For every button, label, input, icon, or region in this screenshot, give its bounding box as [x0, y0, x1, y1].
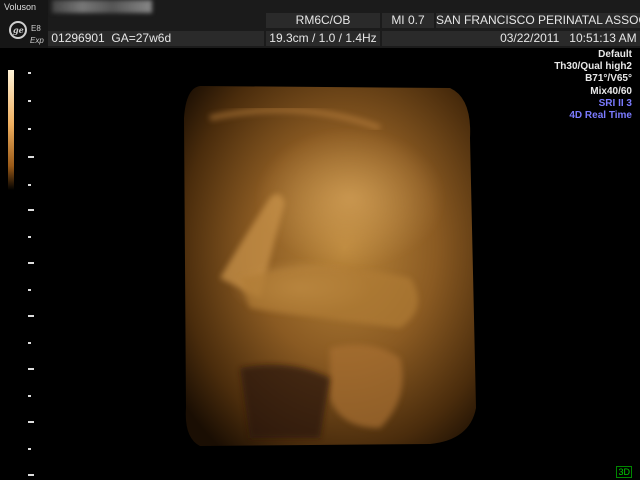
mix-label: Mix40/60 [590, 85, 632, 97]
ruler-tick [28, 100, 31, 102]
ruler-tick [28, 421, 34, 423]
brand-name: Voluson [4, 2, 37, 12]
redacted-patient-name [52, 0, 152, 13]
ruler-tick [28, 474, 34, 476]
mode-label: 4D Real Time [569, 110, 632, 122]
ultrasound-3d-render [184, 86, 476, 446]
angles-label: B71°/V65° [585, 73, 632, 85]
patient-info: 01296901 GA=27w6d [48, 31, 264, 46]
datetime-cell: 03/22/2011 10:51:13 AM [382, 31, 640, 46]
ruler-tick [28, 262, 34, 264]
ruler-tick [28, 342, 31, 344]
mi-cell: MI 0.7 [382, 13, 434, 28]
ruler-tick [28, 395, 31, 397]
depth-params: 19.3cm / 1.0 / 1.4Hz [269, 31, 377, 45]
color-scale-bar [8, 70, 14, 190]
3d-mode-tag: 3D [616, 466, 632, 478]
header-bar: Voluson ge E8 Exp 01296901 GA=27w6d RM6C… [0, 0, 640, 48]
ruler-tick [28, 72, 31, 74]
ruler-tick [28, 448, 31, 450]
ge-logo-icon: ge [9, 21, 27, 39]
sri-label: SRI II 3 [598, 97, 632, 109]
probe-cell: RM6C/OB [266, 13, 380, 28]
ruler-tick [28, 209, 34, 211]
gestational-age: GA=27w6d [111, 31, 172, 45]
depth-cell: 19.3cm / 1.0 / 1.4Hz [266, 31, 380, 46]
ruler-tick [28, 315, 34, 317]
probe-mode: Exp [30, 36, 44, 45]
model-name: E8 [31, 24, 41, 33]
logo-block: Voluson ge E8 Exp [0, 0, 48, 48]
mechanical-index: MI 0.7 [391, 13, 425, 27]
exam-date: 03/22/2011 [500, 31, 560, 45]
ruler-tick [28, 289, 31, 291]
ruler-tick [28, 236, 31, 238]
settings-panel: Default Th30/Qual high2 B71°/V65° Mix40/… [554, 49, 632, 122]
exam-time: 10:51:13 AM [569, 31, 637, 45]
ruler-tick [28, 368, 34, 370]
ruler-tick [28, 184, 31, 186]
institution-name: SAN FRANCISCO PERINATAL ASSOC. [436, 13, 640, 27]
preset-label: Default [598, 49, 632, 60]
patient-id: 01296901 [51, 31, 105, 45]
institution-cell: SAN FRANCISCO PERINATAL ASSOC. [436, 13, 640, 28]
probe-label: RM6C/OB [295, 13, 351, 27]
threshold-label: Th30/Qual high2 [554, 61, 632, 73]
ruler-tick [28, 128, 31, 130]
ruler-tick [28, 156, 34, 158]
